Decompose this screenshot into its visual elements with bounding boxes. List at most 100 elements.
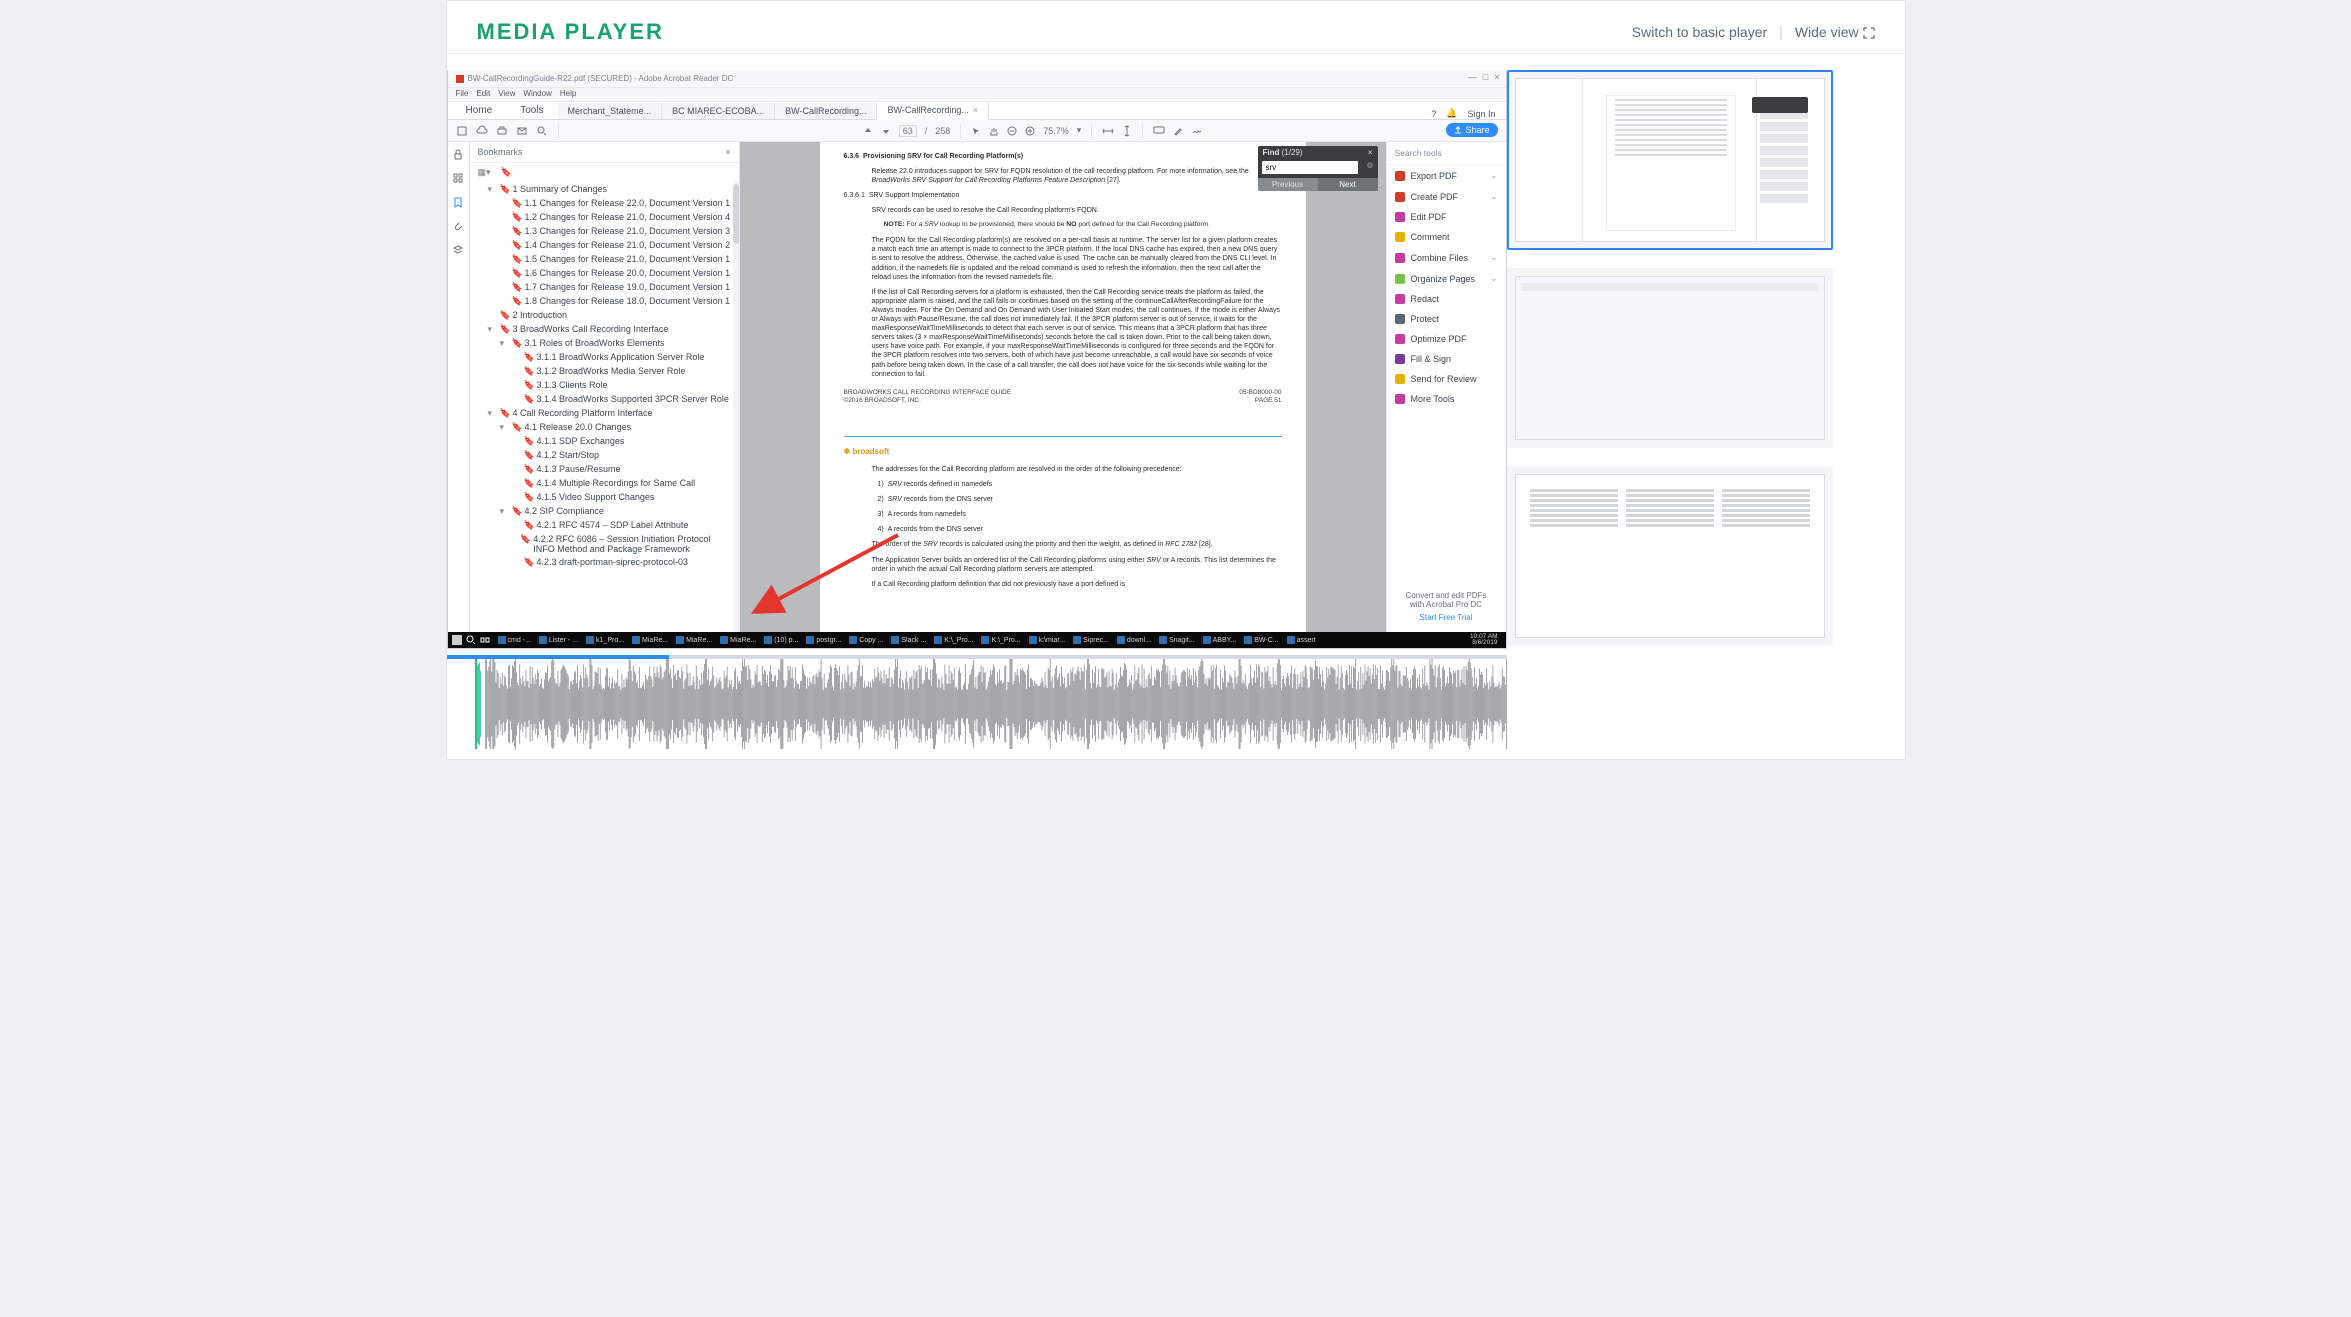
- tab-tools[interactable]: Tools: [506, 102, 557, 119]
- tool-comment[interactable]: Comment: [1387, 227, 1506, 247]
- tab-doc-0[interactable]: Merchant_Stateme...: [558, 103, 663, 119]
- sign-icon[interactable]: [1191, 126, 1203, 136]
- menu-window[interactable]: Window: [523, 89, 551, 100]
- highlight-icon[interactable]: [1173, 126, 1183, 136]
- taskbar-item[interactable]: downl...: [1113, 633, 1155, 647]
- taskbar-item[interactable]: Slack ...: [887, 633, 930, 647]
- tool-send-for-review[interactable]: Send for Review: [1387, 369, 1506, 389]
- search-taskbar-icon[interactable]: [466, 635, 476, 645]
- tool-protect[interactable]: Protect: [1387, 309, 1506, 329]
- attachment-icon[interactable]: [452, 220, 464, 232]
- page-down-icon[interactable]: [881, 126, 891, 136]
- layers-icon[interactable]: [452, 244, 464, 256]
- bookmarks-scrollbar[interactable]: [733, 182, 739, 632]
- tab-home[interactable]: Home: [452, 102, 507, 119]
- find-prev-button[interactable]: Previous: [1258, 178, 1318, 191]
- bookmark-item[interactable]: 🔖3.1.1 BroadWorks Application Server Rol…: [474, 350, 735, 364]
- fit-width-icon[interactable]: [1102, 126, 1114, 136]
- new-bookmark-icon[interactable]: 🔖: [501, 167, 512, 178]
- bookmark-item[interactable]: 🔖3.1.2 BroadWorks Media Server Role: [474, 364, 735, 378]
- bookmark-item[interactable]: 🔖4.1.3 Pause/Resume: [474, 462, 735, 476]
- zoom-chevron-icon[interactable]: ▾: [1077, 125, 1082, 136]
- search-tools-label[interactable]: Search tools: [1387, 142, 1506, 165]
- bookmark-item[interactable]: 🔖3.1.3 Clients Role: [474, 378, 735, 392]
- taskbar-item[interactable]: Copy ...: [845, 633, 887, 647]
- sign-in-link[interactable]: Sign In: [1467, 109, 1495, 119]
- zoom-out-icon[interactable]: [1007, 126, 1017, 136]
- tab-doc-3[interactable]: BW-CallRecording...×: [877, 102, 989, 120]
- zoom-in-icon[interactable]: [1025, 126, 1035, 136]
- bookmarks-close-icon[interactable]: ×: [725, 147, 730, 157]
- bookmark-item[interactable]: 🔖1.3 Changes for Release 21.0, Document …: [474, 224, 735, 238]
- bookmark-item[interactable]: 🔖1.2 Changes for Release 21.0, Document …: [474, 210, 735, 224]
- tool-create-pdf[interactable]: Create PDF⌄: [1387, 186, 1506, 207]
- bookmark-item[interactable]: 🔖4.2.3 draft-portman-siprec-protocol-03: [474, 555, 735, 569]
- find-next-button[interactable]: Next: [1318, 178, 1378, 191]
- bookmark-item[interactable]: ▾🔖4.2 SIP Compliance: [474, 504, 735, 518]
- find-close-icon[interactable]: ×: [1368, 148, 1373, 157]
- taskbar-item[interactable]: K:\_Pro...: [930, 633, 977, 647]
- bookmark-item[interactable]: 🔖1.7 Changes for Release 19.0, Document …: [474, 280, 735, 294]
- find-settings-icon[interactable]: ⚙: [1362, 159, 1377, 176]
- comment-icon[interactable]: [1153, 126, 1165, 136]
- mail-icon[interactable]: [516, 125, 528, 137]
- window-minimize-button[interactable]: —: [1468, 72, 1477, 82]
- menu-file[interactable]: File: [456, 89, 469, 100]
- bookmark-item[interactable]: 🔖4.1.4 Multiple Recordings for Same Call: [474, 476, 735, 490]
- tool-edit-pdf[interactable]: Edit PDF: [1387, 207, 1506, 227]
- search-icon[interactable]: [536, 125, 548, 137]
- tab-doc-1[interactable]: BC MIAREC-ECOBA...: [662, 103, 775, 119]
- bookmark-item[interactable]: 🔖3.1.4 BroadWorks Supported 3PCR Server …: [474, 392, 735, 406]
- taskview-icon[interactable]: [480, 635, 490, 645]
- taskbar-item[interactable]: MiaRe...: [716, 633, 760, 647]
- hand-icon[interactable]: [989, 126, 999, 136]
- bookmark-item[interactable]: 🔖4.2.2 RFC 6086 – Session Initiation Pro…: [474, 532, 735, 555]
- taskbar-item[interactable]: Snagit...: [1155, 633, 1199, 647]
- bookmark-item[interactable]: 🔖2 Introduction: [474, 308, 735, 322]
- tool-more-tools[interactable]: More Tools: [1387, 389, 1506, 409]
- find-input[interactable]: [1262, 161, 1359, 174]
- bookmark-item[interactable]: 🔖1.6 Changes for Release 20.0, Document …: [474, 266, 735, 280]
- window-maximize-button[interactable]: □: [1483, 72, 1488, 82]
- pointer-icon[interactable]: [971, 126, 981, 136]
- fit-page-icon[interactable]: [1122, 125, 1132, 137]
- waveform[interactable]: [447, 659, 1507, 749]
- thumbnails-icon[interactable]: [452, 172, 464, 184]
- taskbar-item[interactable]: MiaRe...: [628, 633, 672, 647]
- taskbar-item[interactable]: K:\_Pro...: [977, 633, 1024, 647]
- menu-view[interactable]: View: [498, 89, 515, 100]
- start-trial-link[interactable]: Start Free Trial: [1393, 613, 1500, 622]
- page-current[interactable]: 63: [899, 125, 917, 137]
- tool-fill-&-sign[interactable]: Fill & Sign: [1387, 349, 1506, 369]
- menu-edit[interactable]: Edit: [476, 89, 490, 100]
- bookmark-item[interactable]: ▾🔖4 Call Recording Platform Interface: [474, 406, 735, 420]
- bookmark-item[interactable]: 🔖4.1.2 Start/Stop: [474, 448, 735, 462]
- help-icon[interactable]: ?: [1431, 109, 1436, 119]
- share-button[interactable]: Share: [1446, 123, 1497, 137]
- bookmark-icon[interactable]: [452, 196, 464, 208]
- bookmark-item[interactable]: ▾🔖3.1 Roles of BroadWorks Elements: [474, 336, 735, 350]
- bookmark-item[interactable]: ▾🔖3 BroadWorks Call Recording Interface: [474, 322, 735, 336]
- bell-icon[interactable]: 🔔: [1446, 108, 1457, 119]
- lock-icon[interactable]: [452, 148, 464, 160]
- taskbar-item[interactable]: BW-C...: [1240, 633, 1282, 647]
- cloud-icon[interactable]: [476, 125, 488, 137]
- find-dialog[interactable]: Find (1/29) × ⚙ Previous Next: [1258, 146, 1378, 191]
- taskbar-item[interactable]: Lister - ...: [535, 633, 582, 647]
- bookmark-item[interactable]: ▾🔖4.1 Release 20.0 Changes: [474, 420, 735, 434]
- tool-redact[interactable]: Redact: [1387, 289, 1506, 309]
- bookmark-item[interactable]: 🔖1.5 Changes for Release 21.0, Document …: [474, 252, 735, 266]
- taskbar-item[interactable]: (10) p...: [760, 633, 802, 647]
- tool-export-pdf[interactable]: Export PDF⌄: [1387, 165, 1506, 186]
- zoom-value[interactable]: 75.7%: [1043, 126, 1069, 136]
- tool-optimize-pdf[interactable]: Optimize PDF: [1387, 329, 1506, 349]
- thumbnail-3[interactable]: [1507, 466, 1833, 646]
- thumbnail-1[interactable]: [1507, 70, 1833, 250]
- system-clock[interactable]: 10:07 AM 8/6/2019: [1470, 634, 1501, 647]
- switch-player-link[interactable]: Switch to basic player: [1632, 24, 1767, 40]
- bookmark-item[interactable]: 🔖1.8 Changes for Release 18.0, Document …: [474, 294, 735, 308]
- playhead[interactable]: [475, 659, 477, 749]
- tool-organize-pages[interactable]: Organize Pages⌄: [1387, 268, 1506, 289]
- bookmark-item[interactable]: 🔖1.1 Changes for Release 22.0, Document …: [474, 196, 735, 210]
- menu-help[interactable]: Help: [560, 89, 576, 100]
